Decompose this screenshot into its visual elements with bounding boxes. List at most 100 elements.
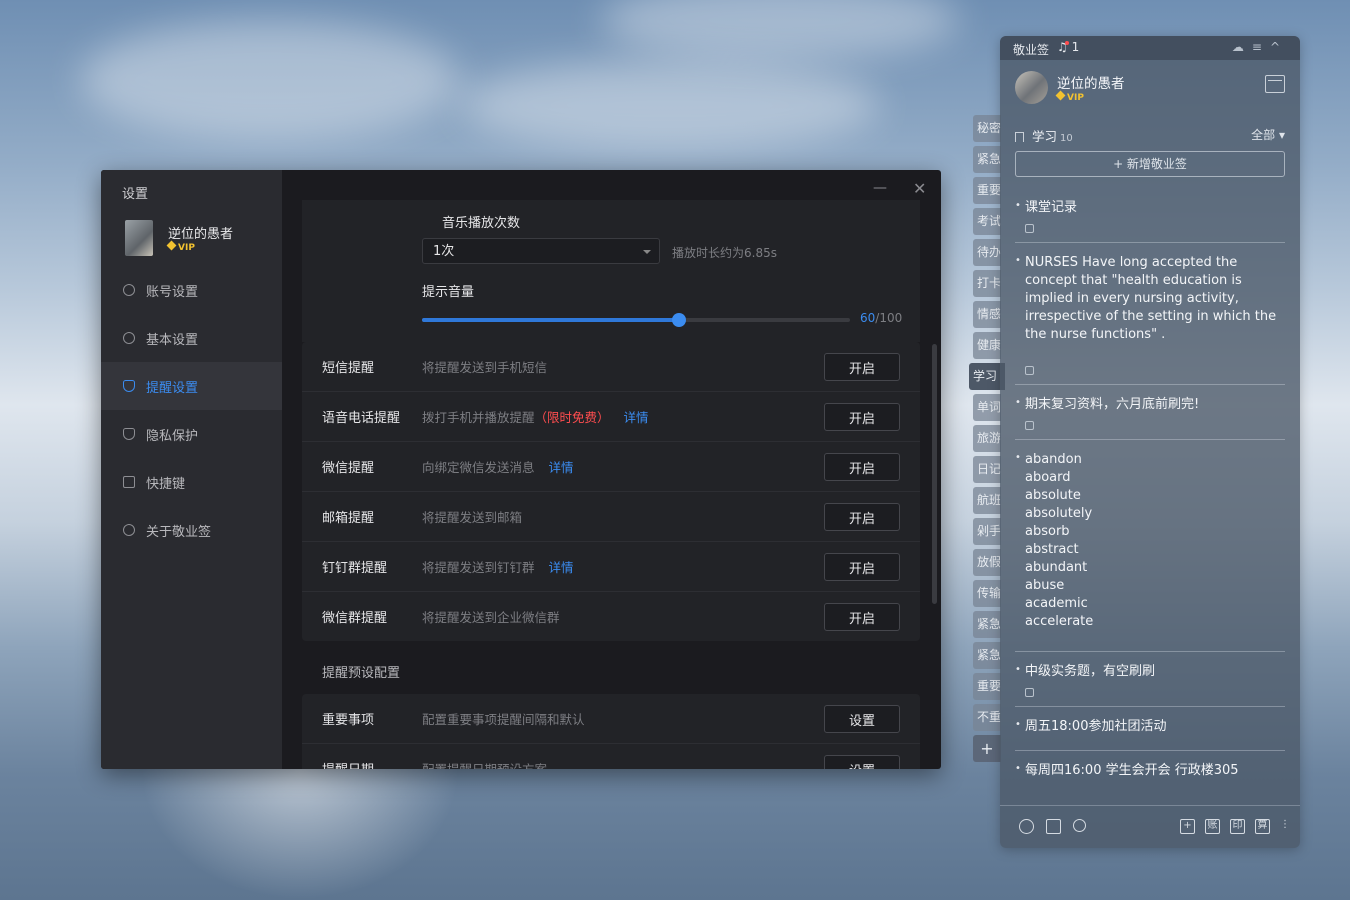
important-settings-button[interactable]: 设置 bbox=[824, 705, 900, 733]
volume-slider[interactable] bbox=[422, 313, 850, 327]
row-desc: 向绑定微信发送消息 详情 bbox=[422, 457, 574, 476]
plus-icon[interactable]: + bbox=[1180, 819, 1195, 834]
reminder-row-sms: 短信提醒 将提醒发送到手机短信 开启 bbox=[302, 342, 920, 391]
note-list: 课堂记录 NURSES Have long accepted the conce… bbox=[1015, 188, 1285, 789]
settings-nav: 账号设置 基本设置 提醒设置 隐私保护 快捷键 关于敬业签 bbox=[101, 266, 282, 554]
tab-flight[interactable]: 航班 bbox=[973, 487, 1001, 514]
nav-item-reminder[interactable]: 提醒设置 bbox=[101, 362, 282, 410]
print-button[interactable]: 印 bbox=[1230, 819, 1245, 834]
search-icon[interactable] bbox=[1073, 819, 1086, 832]
note-text: 课堂记录 bbox=[1025, 200, 1078, 215]
tab-shopping[interactable]: 剁手 bbox=[973, 518, 1001, 545]
scrollbar[interactable] bbox=[932, 344, 937, 604]
dingtalk-enable-button[interactable]: 开启 bbox=[824, 553, 900, 581]
tab-diary[interactable]: 日记 bbox=[973, 456, 1001, 483]
tab-secret[interactable]: 秘密 bbox=[973, 115, 1001, 142]
free-tag: （限时免费） bbox=[534, 410, 610, 425]
note-item[interactable]: 期末复习资料，六月底前刷完! bbox=[1015, 385, 1285, 440]
cloud-sync-icon[interactable]: ☁ bbox=[1232, 40, 1252, 54]
note-item[interactable]: 每周四16:00 学生会开会 行政楼305 bbox=[1015, 751, 1285, 789]
shield-icon bbox=[123, 428, 135, 440]
tab-health[interactable]: 健康 bbox=[973, 332, 1001, 359]
user-name: 逆位的愚者 bbox=[168, 227, 234, 242]
row-desc: 将提醒发送到手机短信 bbox=[422, 360, 548, 375]
details-link[interactable]: 详情 bbox=[624, 410, 649, 425]
preset-panel: 重要事项 配置重要事项提醒间隔和默认 设置 提醒日期 配置提醒日期预设方案 设置 bbox=[302, 694, 920, 769]
account-button[interactable]: 账 bbox=[1205, 819, 1220, 834]
nav-item-privacy[interactable]: 隐私保护 bbox=[101, 410, 282, 458]
note-item[interactable]: 中级实务题，有空刷刷 bbox=[1015, 652, 1285, 707]
calendar-check-icon[interactable] bbox=[1046, 819, 1061, 834]
row-label: 重要事项 bbox=[322, 713, 375, 728]
tab-not-important[interactable]: 不重 bbox=[973, 704, 1001, 731]
more-icon[interactable]: ⋮ bbox=[1280, 819, 1290, 834]
email-enable-button[interactable]: 开启 bbox=[824, 503, 900, 531]
tab-travel[interactable]: 旅游 bbox=[973, 425, 1001, 452]
row-label: 微信群提醒 bbox=[322, 611, 388, 626]
bell-icon bbox=[123, 380, 135, 392]
tab-words[interactable]: 单词 bbox=[973, 394, 1001, 421]
desc-text: 向绑定微信发送消息 bbox=[422, 460, 535, 475]
row-label: 微信提醒 bbox=[322, 461, 375, 476]
tab-holiday[interactable]: 放假 bbox=[973, 549, 1001, 576]
nav-label: 账号设置 bbox=[146, 284, 199, 300]
music-count-select[interactable]: 1次 bbox=[422, 238, 660, 264]
app-name: 敬业签 bbox=[1013, 43, 1050, 57]
volume-handle[interactable] bbox=[671, 313, 686, 327]
tab-todo[interactable]: 待办 bbox=[973, 239, 1001, 266]
info-icon bbox=[123, 524, 135, 536]
notes-panel: 敬业签 ♫ 1 ☁≡^ 逆位的愚者 VIP 学习 10 全部 ▾ + 新增敬业签 … bbox=[1000, 36, 1300, 848]
wecom-enable-button[interactable]: 开启 bbox=[824, 603, 900, 631]
nav-item-about[interactable]: 关于敬业签 bbox=[101, 506, 282, 554]
cloud bbox=[600, 0, 960, 60]
tab-urgent-3[interactable]: 紧急 bbox=[973, 642, 1001, 669]
tab-important[interactable]: 重要 bbox=[973, 177, 1001, 204]
volume-label: 提示音量 bbox=[422, 285, 475, 300]
nav-label: 提醒设置 bbox=[146, 380, 199, 396]
details-link[interactable]: 详情 bbox=[549, 460, 574, 475]
nav-item-basic[interactable]: 基本设置 bbox=[101, 314, 282, 362]
sms-enable-button[interactable]: 开启 bbox=[824, 353, 900, 381]
collapse-icon[interactable]: ^ bbox=[1270, 40, 1288, 54]
wechat-enable-button[interactable]: 开启 bbox=[824, 453, 900, 481]
tab-exam[interactable]: 考试 bbox=[973, 208, 1001, 235]
lock-icon bbox=[1025, 421, 1034, 430]
calendar-icon[interactable] bbox=[1265, 75, 1285, 93]
clock-icon[interactable] bbox=[1019, 819, 1034, 834]
nav-label: 关于敬业签 bbox=[146, 524, 212, 540]
avatar[interactable] bbox=[1015, 71, 1048, 104]
diamond-icon bbox=[166, 240, 177, 251]
add-note-button[interactable]: + 新增敬业签 bbox=[1015, 151, 1285, 177]
note-text: 周五18:00参加社团活动 bbox=[1025, 719, 1167, 734]
tab-important-2[interactable]: 重要 bbox=[973, 673, 1001, 700]
nav-item-shortcuts[interactable]: 快捷键 bbox=[101, 458, 282, 506]
tab-emotion[interactable]: 情感 bbox=[973, 301, 1001, 328]
category-header: 学习 10 全部 ▾ bbox=[1015, 126, 1285, 145]
note-item[interactable]: 周五18:00参加社团活动 bbox=[1015, 707, 1285, 751]
voice-enable-button[interactable]: 开启 bbox=[824, 403, 900, 431]
note-item[interactable]: abandon aboard absolute absolutely absor… bbox=[1015, 440, 1285, 652]
reminder-row-wechat: 微信提醒 向绑定微信发送消息 详情 开启 bbox=[302, 441, 920, 491]
tab-transfer[interactable]: 传输 bbox=[973, 580, 1001, 607]
user-name: 逆位的愚者 bbox=[1057, 76, 1125, 92]
tab-urgent-2[interactable]: 紧急 bbox=[973, 611, 1001, 638]
notes-titlebar: 敬业签 ♫ 1 ☁≡^ bbox=[1000, 36, 1300, 60]
add-category-button[interactable]: + bbox=[973, 735, 1001, 762]
settings-user: 逆位的愚者 VIP bbox=[125, 220, 275, 260]
details-link[interactable]: 详情 bbox=[549, 560, 574, 575]
preset-row-important: 重要事项 配置重要事项提醒间隔和默认 设置 bbox=[302, 694, 920, 743]
filter-dropdown[interactable]: 全部 ▾ bbox=[1251, 126, 1285, 143]
tab-urgent[interactable]: 紧急 bbox=[973, 146, 1001, 173]
reminder-row-voice: 语音电话提醒 拨打手机并播放提醒（限时免费） 详情 开启 bbox=[302, 391, 920, 441]
calculator-button[interactable]: 算 bbox=[1255, 819, 1270, 834]
note-item[interactable]: 课堂记录 bbox=[1015, 188, 1285, 243]
date-settings-button[interactable]: 设置 bbox=[824, 755, 900, 769]
tab-checkin[interactable]: 打卡 bbox=[973, 270, 1001, 297]
menu-icon[interactable]: ≡ bbox=[1252, 40, 1270, 54]
notification-bell[interactable]: ♫ 1 bbox=[1057, 40, 1079, 54]
nav-item-account[interactable]: 账号设置 bbox=[101, 266, 282, 314]
note-item[interactable]: NURSES Have long accepted the concept th… bbox=[1015, 243, 1285, 385]
row-desc: 拨打手机并播放提醒（限时免费） 详情 bbox=[422, 407, 649, 426]
row-desc: 配置重要事项提醒间隔和默认 bbox=[422, 712, 585, 727]
note-text: 期末复习资料，六月底前刷完! bbox=[1025, 397, 1200, 412]
